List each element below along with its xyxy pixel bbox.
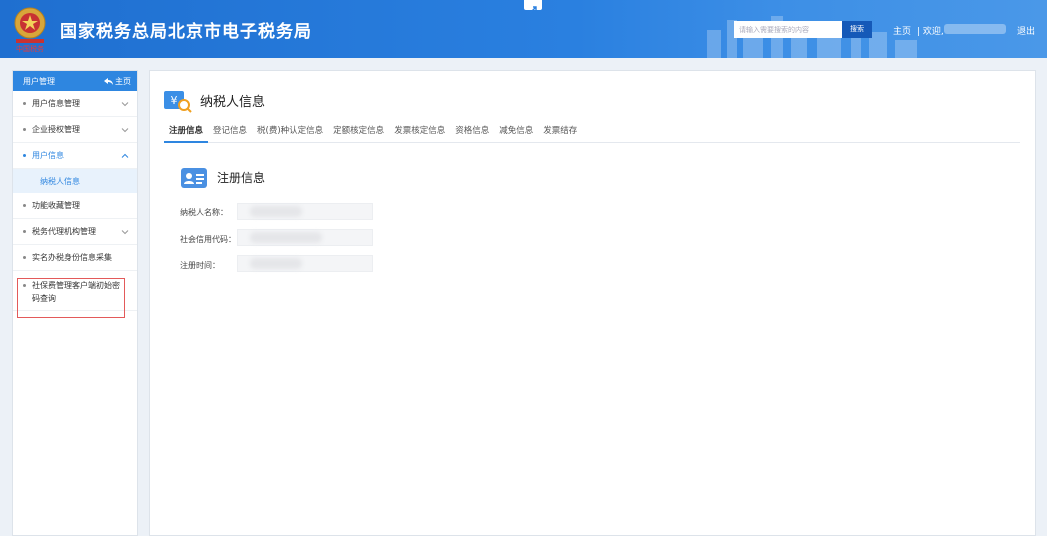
sidebar-item-label: 企业授权管理: [32, 125, 80, 134]
sidebar-item-enterprise-auth[interactable]: 企业授权管理: [13, 117, 137, 143]
sidebar-item-social-security-pwd[interactable]: 社保费管理客户端初始密码查询: [13, 271, 137, 311]
search-input[interactable]: [734, 21, 842, 38]
field-value-taxpayer-name: [237, 203, 373, 220]
tab-registration-record[interactable]: 登记信息: [208, 123, 252, 143]
field-value-registration-time: [237, 255, 373, 272]
tab-registration-info[interactable]: 注册信息: [164, 123, 209, 143]
search-button[interactable]: 搜索: [842, 21, 872, 38]
sidebar-home-label: 主页: [115, 76, 131, 86]
back-arrow-icon: [104, 77, 113, 85]
bullet-icon: [23, 102, 26, 105]
sidebar-item-label: 税务代理机构管理: [32, 227, 96, 236]
username-redacted: [944, 24, 1006, 34]
bullet-icon: [23, 256, 26, 259]
sidebar-item-label: 实名办税身份信息采集: [32, 253, 112, 262]
sidebar-home-link[interactable]: 主页: [104, 76, 131, 87]
sidebar-item-label: 功能收藏管理: [32, 201, 80, 210]
taxpayer-info-icon: ¥: [164, 91, 192, 113]
main-content: ¥ 纳税人信息 注册信息 登记信息 税(费)种认定信息 定额核定信息 发票核定信…: [149, 70, 1036, 536]
sidebar-item-tax-agency-mgmt[interactable]: 税务代理机构管理: [13, 219, 137, 245]
tab-invoice-verification[interactable]: 发票核定信息: [389, 123, 450, 143]
section-title: 注册信息: [217, 171, 266, 185]
redacted-value: [250, 206, 302, 217]
top-header: 中国税务 国家税务总局北京市电子税务局 搜索 主页 | 欢迎, 退出: [0, 0, 1047, 58]
field-value-credit-code: [237, 229, 373, 246]
emblem-caption: 中国税务: [16, 44, 44, 53]
home-link[interactable]: 主页: [893, 24, 911, 37]
chevron-down-icon: [121, 230, 129, 235]
chevron-up-icon: [121, 153, 129, 158]
sidebar-item-user-info-mgmt[interactable]: 用户信息管理: [13, 91, 137, 117]
tab-tax-type-recognition[interactable]: 税(费)种认定信息: [252, 123, 328, 143]
field-label-registration-time: 注册时间：: [180, 261, 220, 270]
sidebar-item-label: 用户信息: [32, 151, 64, 160]
tab-exemption-info[interactable]: 减免信息: [494, 123, 538, 143]
sidebar-subitem-taxpayer-info[interactable]: 纳税人信息: [13, 169, 137, 193]
sidebar-item-label: 社保费管理客户端初始密码查询: [32, 281, 120, 303]
bullet-icon: [23, 284, 26, 287]
sidebar-item-realname-collect[interactable]: 实名办税身份信息采集: [13, 245, 137, 271]
page-title: 纳税人信息: [200, 95, 266, 110]
bullet-icon: [23, 128, 26, 131]
site-title: 国家税务总局北京市电子税务局: [60, 22, 312, 42]
logout-link[interactable]: 退出: [1017, 24, 1035, 37]
chevron-down-icon: [121, 128, 129, 133]
bullet-icon: [23, 204, 26, 207]
id-card-icon: [181, 168, 207, 188]
sidebar-item-label: 用户信息管理: [32, 99, 80, 108]
collapse-toggle-button[interactable]: [524, 0, 542, 14]
sidebar-header: 用户管理 主页: [13, 71, 137, 91]
welcome-text: | 欢迎,: [917, 27, 944, 37]
tab-quota-verification[interactable]: 定额核定信息: [328, 123, 389, 143]
arrow-icon: [529, 6, 537, 14]
redacted-value: [250, 258, 302, 269]
chevron-down-icon: [121, 102, 129, 107]
sidebar-item-user-info[interactable]: 用户信息: [13, 143, 137, 169]
tax-emblem-icon: 中国税务: [10, 5, 50, 53]
redacted-value: [250, 232, 322, 243]
sidebar-item-favorites-mgmt[interactable]: 功能收藏管理: [13, 193, 137, 219]
sidebar-title: 用户管理: [23, 76, 55, 86]
tab-qualification-info[interactable]: 资格信息: [450, 123, 494, 143]
sidebar: 用户管理 主页 用户信息管理 企业授权管理 用户信息 纳税人信息 功能收藏管理 …: [12, 70, 138, 536]
tab-invoice-balance[interactable]: 发票结存: [538, 123, 582, 143]
tab-bar: 注册信息 登记信息 税(费)种认定信息 定额核定信息 发票核定信息 资格信息 减…: [164, 123, 1020, 143]
field-label-taxpayer-name: 纳税人名称：: [180, 208, 228, 217]
bullet-icon: [23, 230, 26, 233]
svg-text:¥: ¥: [171, 94, 178, 107]
bullet-icon: [23, 154, 26, 157]
field-label-credit-code: 社会信用代码：: [180, 235, 236, 244]
